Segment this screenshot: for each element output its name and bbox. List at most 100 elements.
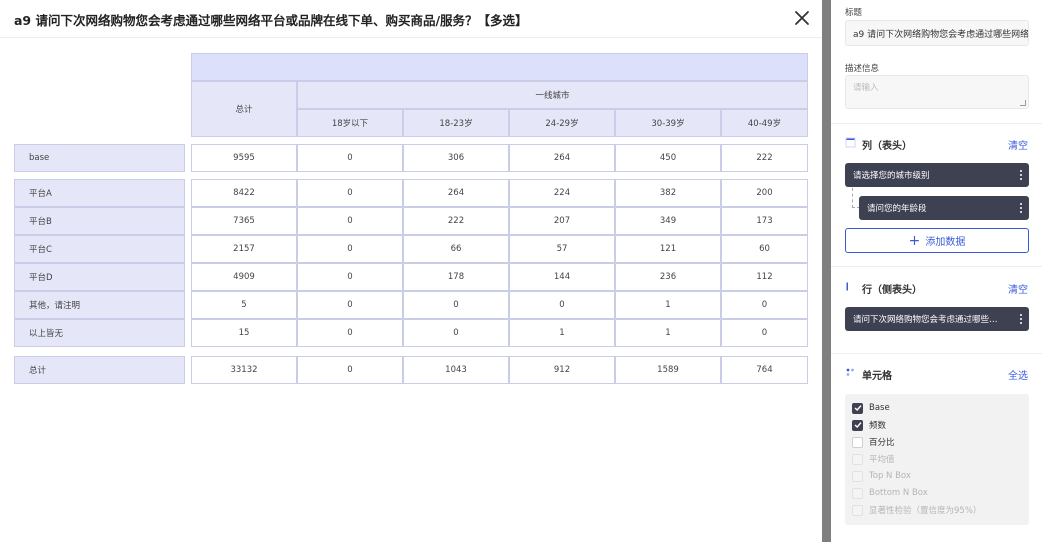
checkbox-icon[interactable]: [852, 436, 863, 448]
column-chip-city-level[interactable]: 请选择您的城市级别: [845, 163, 1029, 187]
columns-clear-button[interactable]: 清空: [1008, 137, 1028, 152]
cell-option: Bottom N Box: [852, 487, 928, 499]
resize-handle[interactable]: [1020, 100, 1026, 106]
row-label: 以上皆无: [14, 319, 185, 347]
table-cell: 912: [509, 356, 615, 384]
section-divider: [831, 353, 1042, 354]
column-header-age: 18-23岁: [403, 109, 509, 137]
row-label-base: base: [14, 144, 185, 172]
cell-option-label: Base: [869, 403, 890, 413]
table-cell: 222: [721, 144, 808, 172]
row-label: 平台C: [14, 235, 185, 263]
close-icon: [795, 11, 809, 25]
cells-select-all-button[interactable]: 全选: [1008, 367, 1028, 382]
cell-option-label: 频数: [869, 421, 887, 431]
table-cell: 1: [615, 319, 721, 347]
plus-icon: +: [908, 232, 921, 249]
table-cell: 0: [297, 144, 403, 172]
cells-icon: [846, 368, 854, 376]
table-cell: 1589: [615, 356, 721, 384]
checkbox-icon: [852, 470, 863, 482]
table-cell: 0: [403, 291, 509, 319]
row-label: 其他，请注明: [14, 291, 185, 319]
table-cell: 0: [297, 319, 403, 347]
cell-option-label: Top N Box: [869, 471, 911, 481]
section-divider: [831, 266, 1042, 267]
description-textarea[interactable]: 请输入: [845, 75, 1029, 109]
rows-section-title: 行（侧表头）: [862, 285, 922, 296]
checkbox-checked-icon[interactable]: [852, 402, 863, 414]
table-cell: 5: [191, 291, 297, 319]
table-cell: 0: [297, 207, 403, 235]
table-cell: 121: [615, 235, 721, 263]
table-cell: 178: [403, 263, 509, 291]
close-button[interactable]: [793, 9, 811, 27]
cell-option: 显著性检验（置信度为95%）: [852, 504, 981, 516]
cell-option[interactable]: 百分比: [852, 436, 895, 448]
table-cell: 0: [297, 179, 403, 207]
cell-option[interactable]: Base: [852, 402, 890, 414]
checkbox-icon: [852, 453, 863, 465]
crosstab-modal: a9 请问下次网络购物您会考虑通过哪些网络平台或品牌在线下单、购买商品/服务？【…: [0, 0, 822, 542]
cell-option: Top N Box: [852, 470, 911, 482]
panel-divider[interactable]: [822, 0, 831, 542]
row-label: 平台D: [14, 263, 185, 291]
table-cell: 0: [403, 319, 509, 347]
table-cell: 144: [509, 263, 615, 291]
table-cell: 1: [509, 319, 615, 347]
checkbox-icon: [852, 504, 863, 516]
add-data-button[interactable]: + 添加数据: [845, 228, 1029, 253]
columns-section-title: 列（表头）: [862, 141, 912, 152]
column-header-age: 24-29岁: [509, 109, 615, 137]
row-chip-question[interactable]: 请问下次网络购物您会考虑通过哪些网络平台或品牌在线下单、购买商品/服务？【多选】: [845, 307, 1029, 331]
table-cell: 112: [721, 263, 808, 291]
cell-option[interactable]: 频数: [852, 419, 886, 431]
rows-icon: [845, 281, 856, 292]
table-cell: 0: [297, 263, 403, 291]
table-cell: 236: [615, 263, 721, 291]
table-cell: 0: [297, 235, 403, 263]
table-cell: 349: [615, 207, 721, 235]
table-cell: 8422: [191, 179, 297, 207]
columns-icon: [845, 137, 856, 148]
more-vertical-icon[interactable]: [1017, 312, 1025, 326]
cell-option-label: 显著性检验（置信度为95%）: [869, 506, 982, 516]
column-group-header: 一线城市: [297, 81, 808, 109]
table-cell: 4909: [191, 263, 297, 291]
column-header-total: 总计: [191, 81, 297, 137]
table-cell: 2157: [191, 235, 297, 263]
table-cell: 1043: [403, 356, 509, 384]
table-cell: 0: [721, 319, 808, 347]
row-label: 平台A: [14, 179, 185, 207]
description-placeholder: 请输入: [853, 83, 879, 93]
checkbox-checked-icon[interactable]: [852, 419, 863, 431]
title-input[interactable]: a9 请问下次网络购物您会考虑通过哪些网络平台或品牌在线下单、购买商品/服务？【…: [845, 20, 1029, 46]
more-vertical-icon[interactable]: [1017, 201, 1025, 215]
column-chip-label: 请问您的年龄段: [867, 204, 927, 214]
section-divider: [831, 123, 1042, 124]
table-cell: 7365: [191, 207, 297, 235]
row-label-total: 总计: [14, 356, 185, 384]
cell-option-label: 百分比: [869, 438, 895, 448]
rows-clear-button[interactable]: 清空: [1008, 281, 1028, 296]
table-header-band: [191, 53, 808, 81]
table-cell: 207: [509, 207, 615, 235]
table-cell: 764: [721, 356, 808, 384]
row-chip-label: 请问下次网络购物您会考虑通过哪些网络平台或品牌在线下单、购买商品/服务？【多选】: [853, 315, 1003, 325]
modal-title: a9 请问下次网络购物您会考虑通过哪些网络平台或品牌在线下单、购买商品/服务？【…: [14, 13, 528, 28]
column-header-age: 18岁以下: [297, 109, 403, 137]
column-header-age: 30-39岁: [615, 109, 721, 137]
table-cell: 9595: [191, 144, 297, 172]
column-chip-age-group[interactable]: 请问您的年龄段: [859, 196, 1029, 220]
more-vertical-icon[interactable]: [1017, 168, 1025, 182]
table-cell: 33132: [191, 356, 297, 384]
cell-option: 平均值: [852, 453, 895, 465]
table-cell: 222: [403, 207, 509, 235]
table-cell: 264: [509, 144, 615, 172]
table-cell: 382: [615, 179, 721, 207]
table-cell: 224: [509, 179, 615, 207]
cells-section-title: 单元格: [862, 371, 892, 382]
table-cell: 1: [615, 291, 721, 319]
description-label: 描述信息: [845, 64, 880, 74]
modal-header: a9 请问下次网络购物您会考虑通过哪些网络平台或品牌在线下单、购买商品/服务？【…: [0, 0, 822, 38]
